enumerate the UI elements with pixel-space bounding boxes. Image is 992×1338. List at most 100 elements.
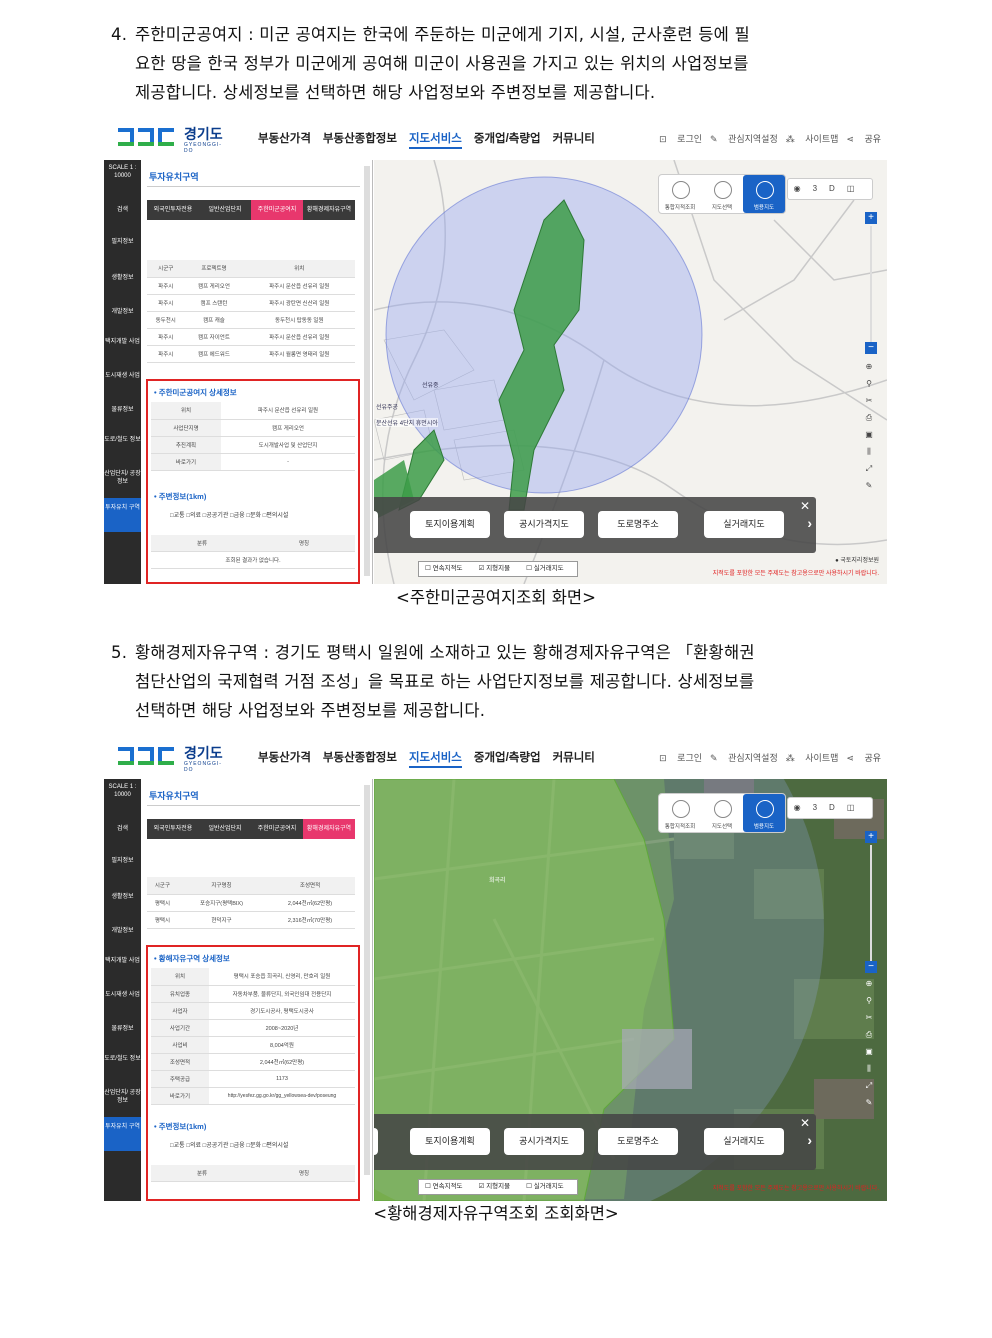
tab-general[interactable]: 일반산업단지 <box>199 819 251 839</box>
login-link[interactable]: ⊡ 로그인 <box>659 753 702 763</box>
tab-yellowsea[interactable]: 황해경제자유구역 <box>303 819 355 839</box>
side-road[interactable]: 도로/철도 정보 <box>104 436 141 444</box>
map-select-tool[interactable]: 지도선택 <box>701 794 743 832</box>
side-investment[interactable]: 투자유치 구역 <box>104 498 141 532</box>
zoom-out-button[interactable]: − <box>865 961 877 973</box>
general-map-tool[interactable]: 범용지도 <box>743 175 785 213</box>
sitemap-link[interactable]: ⁂ 사이트맵 <box>786 753 839 763</box>
land-use-button[interactable]: 토지이용계획 <box>410 1128 490 1155</box>
table-row[interactable]: 파주시 캠프 게리오언 파주시 문산읍 선유리 일원 <box>147 277 355 295</box>
nearby-checkboxes[interactable]: □교통 □의료 □공공기관 □금융 □문화 □편의시설 <box>148 1136 358 1153</box>
side-dev[interactable]: 개발정보 <box>104 927 141 935</box>
map-view[interactable]: 선유중 선유주공 문산선유 4단지 휴먼시아 통합지적조회 지도선택 범용지도 … <box>374 160 887 584</box>
side-life[interactable]: 생활정보 <box>104 274 141 282</box>
side-industry[interactable]: 산업단지/ 공장정보 <box>104 470 141 486</box>
land-use-button[interactable]: 토지이용계획 <box>410 511 490 538</box>
nav-map-service[interactable]: 지도서비스 <box>408 133 462 149</box>
zoom-out-button[interactable]: − <box>865 342 877 354</box>
side-parcel[interactable]: 필지정보 <box>104 238 141 246</box>
table-row[interactable]: 평택시 포승지구(평택BIX) 2,044천㎡(62만평) <box>147 894 355 912</box>
layer-prev[interactable] <box>374 511 378 538</box>
public-price-button[interactable]: 공시가격지도 <box>504 511 584 538</box>
share-link[interactable]: ⋖ 공유 <box>846 753 881 763</box>
side-logistics[interactable]: 물류정보 <box>104 1025 141 1033</box>
nav-info[interactable]: 부동산종합정보 <box>323 752 397 764</box>
map-side-tools[interactable]: ⊕ ⚲ ✂ ⎙ ▣ ⫼ ⤢ ✎ <box>861 975 877 1111</box>
interest-link[interactable]: ✎ 관심지역설정 <box>710 753 778 763</box>
real-trade-button[interactable]: 실거래지도 <box>704 1128 784 1155</box>
interest-link[interactable]: ✎ 관심지역설정 <box>710 134 778 144</box>
nav-price[interactable]: 부동산가격 <box>258 133 311 145</box>
panel-scrollbar[interactable] <box>364 785 370 1175</box>
th-zone: 지구명칭 <box>177 877 266 895</box>
side-logistics[interactable]: 물류정보 <box>104 406 141 414</box>
zoom-in-button[interactable]: + <box>865 212 877 224</box>
table-row[interactable]: 평택시 현덕지구 2,316천㎡(70만평) <box>147 911 355 929</box>
road-address-button[interactable]: 도로명주소 <box>598 511 678 538</box>
tab-usfk[interactable]: 주한미군공여지 <box>251 819 303 839</box>
layer-prev[interactable] <box>374 1128 378 1155</box>
opt-cadastral[interactable]: ☐ 연속지적도 <box>425 1183 471 1190</box>
map-side-tools[interactable]: ⊕ ⚲ ✂ ⎙ ▣ ⫼ ⤢ ✎ <box>861 358 877 494</box>
detail-link[interactable]: http://yesfez.gg.go.kr/gg_yellowsea-dev/… <box>209 1087 355 1105</box>
opt-terrain[interactable]: ☑ 지형지물 <box>479 1183 519 1190</box>
table-row[interactable]: 파주시 캠프 스탠턴 파주시 광탄면 신산리 일원 <box>147 294 355 312</box>
side-housing[interactable]: 택지개발 사업 <box>104 957 141 965</box>
nav-community[interactable]: 커뮤니티 <box>553 133 595 145</box>
opt-realtrade[interactable]: ☐ 실거래지도 <box>526 1183 572 1190</box>
opt-cadastral[interactable]: ☐ 연속지적도 <box>425 565 471 572</box>
nav-info[interactable]: 부동산종합정보 <box>323 133 397 145</box>
road-address-button[interactable]: 도로명주소 <box>598 1128 678 1155</box>
public-price-button[interactable]: 공시가격지도 <box>504 1128 584 1155</box>
side-regeneration[interactable]: 도시재생 사업 <box>104 372 141 380</box>
side-search[interactable]: 검색 <box>104 206 141 214</box>
close-icon[interactable]: ✕ <box>800 1116 810 1130</box>
detail-value[interactable]: - <box>221 453 355 471</box>
view-mode-tools[interactable]: ◉3D◫ <box>787 797 873 819</box>
zoom-in-button[interactable]: + <box>865 831 877 843</box>
side-dev[interactable]: 개발정보 <box>104 308 141 316</box>
tab-foreign[interactable]: 외국인투자전용 <box>147 819 199 839</box>
detail-key: 바로가기 <box>151 453 221 471</box>
real-trade-button[interactable]: 실거래지도 <box>704 511 784 538</box>
share-link[interactable]: ⋖ 공유 <box>846 134 881 144</box>
table-row[interactable]: 동두천시 캠프 캐슬 동두천시 탑동동 일원 <box>147 311 355 329</box>
nearby-checkboxes[interactable]: □교통 □의료 □공공기관 □금융 □문화 □편의시설 <box>148 506 358 523</box>
gyeonggi-logo[interactable]: 경기도 GYEONGGI-DO <box>118 743 228 773</box>
view-mode-tools[interactable]: ◉3D◫ <box>787 178 873 200</box>
nav-price[interactable]: 부동산가격 <box>258 752 311 764</box>
side-housing[interactable]: 택지개발 사업 <box>104 338 141 346</box>
table-row[interactable]: 파주시 캠프 자이언트 파주시 문산읍 선유리 일원 <box>147 328 355 346</box>
tab-foreign[interactable]: 외국인투자전용 <box>147 200 199 220</box>
tab-general[interactable]: 일반산업단지 <box>199 200 251 220</box>
chevron-right-icon[interactable]: › <box>807 515 812 531</box>
panel-scrollbar[interactable] <box>364 166 370 576</box>
map-select-tool[interactable]: 지도선택 <box>701 175 743 213</box>
close-icon[interactable]: ✕ <box>800 499 810 513</box>
cadastral-tool[interactable]: 통합지적조회 <box>659 794 701 832</box>
side-life[interactable]: 생활정보 <box>104 893 141 901</box>
side-regeneration[interactable]: 도시재생 사업 <box>104 991 141 999</box>
login-link[interactable]: ⊡ 로그인 <box>659 134 702 144</box>
sitemap-link[interactable]: ⁂ 사이트맵 <box>786 134 839 144</box>
cell: 캠프 게리오언 <box>184 277 244 295</box>
opt-terrain[interactable]: ☑ 지형지물 <box>479 565 519 572</box>
chevron-right-icon[interactable]: › <box>807 1132 812 1148</box>
map-view[interactable]: 희곡리 통합지적조회 지도선택 범용지도 ◉3D◫ + − ⊕ ⚲ ✂ ⎙ ▣ ⫼ ⤢ ✎ 토… <box>374 779 887 1201</box>
side-road[interactable]: 도로/철도 정보 <box>104 1055 141 1063</box>
gyeonggi-logo[interactable]: 경기도 GYEONGGI-DO <box>118 124 228 154</box>
nav-broker[interactable]: 중개업/측량업 <box>474 133 541 145</box>
opt-realtrade[interactable]: ☐ 실거래지도 <box>526 565 572 572</box>
side-search[interactable]: 검색 <box>104 825 141 833</box>
side-investment[interactable]: 투자유치 구역 <box>104 1117 141 1151</box>
general-map-tool[interactable]: 범용지도 <box>743 794 785 832</box>
side-parcel[interactable]: 필지정보 <box>104 857 141 865</box>
nav-broker[interactable]: 중개업/측량업 <box>474 752 541 764</box>
tab-usfk[interactable]: 주한미군공여지 <box>251 200 303 220</box>
table-row[interactable]: 파주시 캠프 에드워드 파주시 월롱면 영태리 일원 <box>147 345 355 363</box>
cadastral-tool[interactable]: 통합지적조회 <box>659 175 701 213</box>
nav-community[interactable]: 커뮤니티 <box>553 752 595 764</box>
side-industry[interactable]: 산업단지/ 공장정보 <box>104 1089 141 1105</box>
nav-map-service[interactable]: 지도서비스 <box>408 752 462 768</box>
tab-yellowsea[interactable]: 황해경제자유구역 <box>303 200 355 220</box>
